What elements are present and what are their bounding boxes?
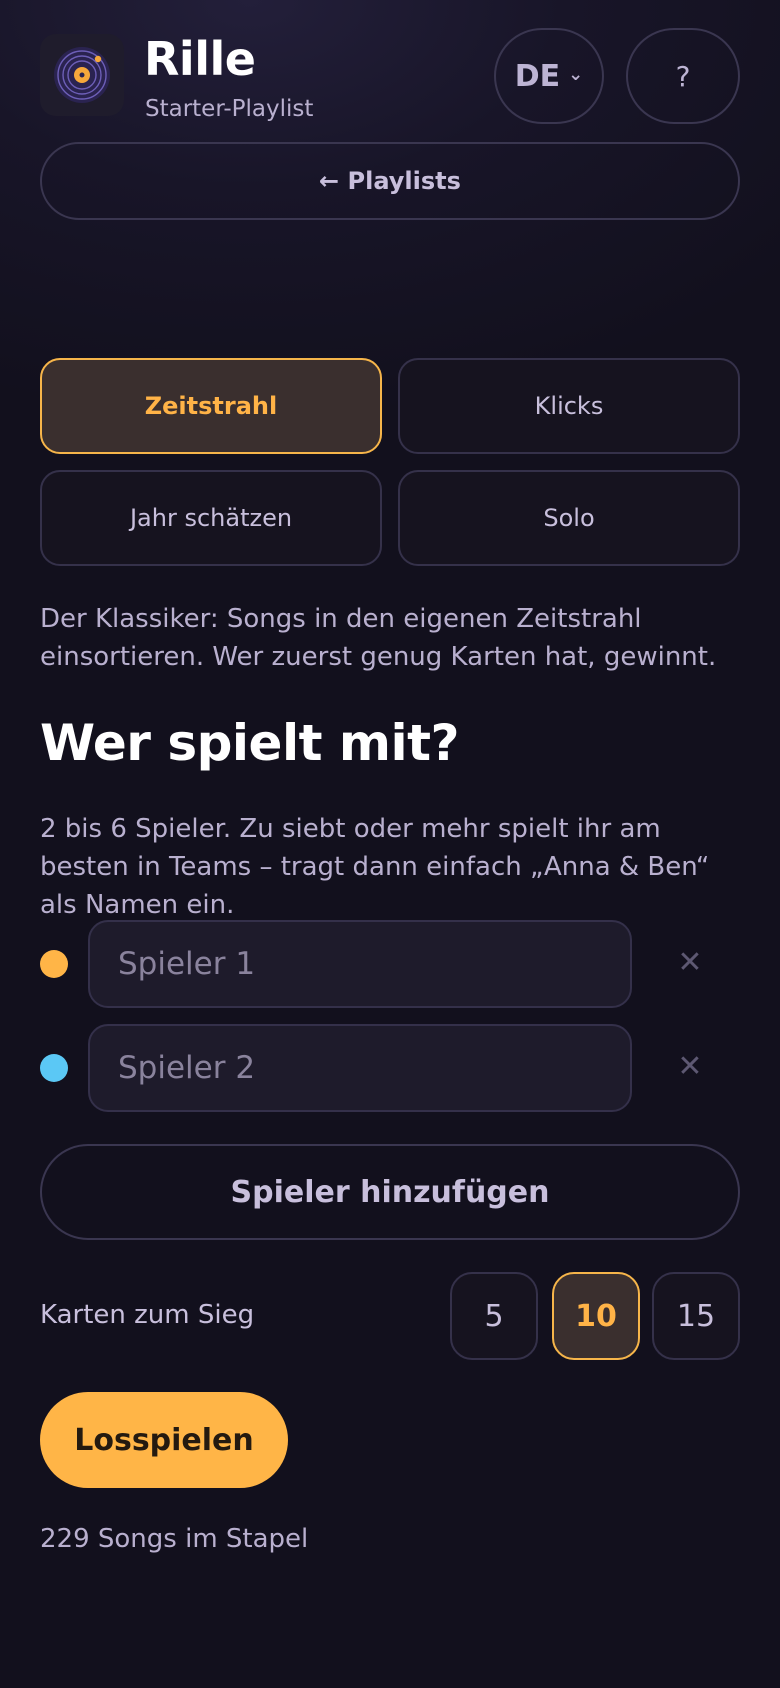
back-to-playlists-button[interactable]: ← Playlists: [40, 142, 740, 220]
player-color-dot: [40, 950, 68, 978]
mode-description: Der Klassiker: Songs in den eigenen Zeit…: [40, 604, 717, 672]
mode-tab-klicks[interactable]: Klicks: [398, 358, 740, 454]
header: Rille Starter-Playlist DE ⌄ ?: [40, 28, 740, 130]
vinyl-record-icon: [40, 34, 124, 116]
page: Rille Starter-Playlist DE ⌄ ? ← Playlist…: [0, 0, 780, 1688]
player-name-input[interactable]: [88, 1024, 632, 1112]
player-row: ✕: [40, 920, 740, 1008]
player-name-input[interactable]: [88, 920, 632, 1008]
mode-tab-zeitstrahl[interactable]: Zeitstrahl: [40, 358, 382, 454]
app-title: Rille: [144, 32, 256, 86]
deck-info: 229 Songs im Stapel: [40, 1524, 309, 1554]
player-row: ✕: [40, 1024, 740, 1112]
language-select[interactable]: DE ⌄: [494, 28, 604, 124]
players-hint: 2 bis 6 Spieler. Zu siebt oder mehr spie…: [40, 814, 710, 920]
language-label: DE: [514, 58, 561, 94]
add-player-button[interactable]: Spieler hinzufügen: [40, 1144, 740, 1240]
cards-option-15[interactable]: 15: [652, 1272, 740, 1360]
start-game-button[interactable]: Losspielen: [40, 1392, 288, 1488]
mode-tab-jahr-schaetzen[interactable]: Jahr schätzen: [40, 470, 382, 566]
player-color-dot: [40, 1054, 68, 1082]
cards-to-win-label: Karten zum Sieg: [40, 1300, 255, 1330]
chevron-down-icon: ⌄: [568, 63, 584, 85]
cards-option-5[interactable]: 5: [450, 1272, 538, 1360]
close-icon[interactable]: ✕: [670, 942, 710, 982]
playlist-name: Starter-Playlist: [145, 96, 314, 122]
mode-tab-solo[interactable]: Solo: [398, 470, 740, 566]
players-heading: Wer spielt mit?: [40, 714, 460, 772]
close-icon[interactable]: ✕: [670, 1046, 710, 1086]
help-button[interactable]: ?: [626, 28, 740, 124]
cards-option-10[interactable]: 10: [552, 1272, 640, 1360]
